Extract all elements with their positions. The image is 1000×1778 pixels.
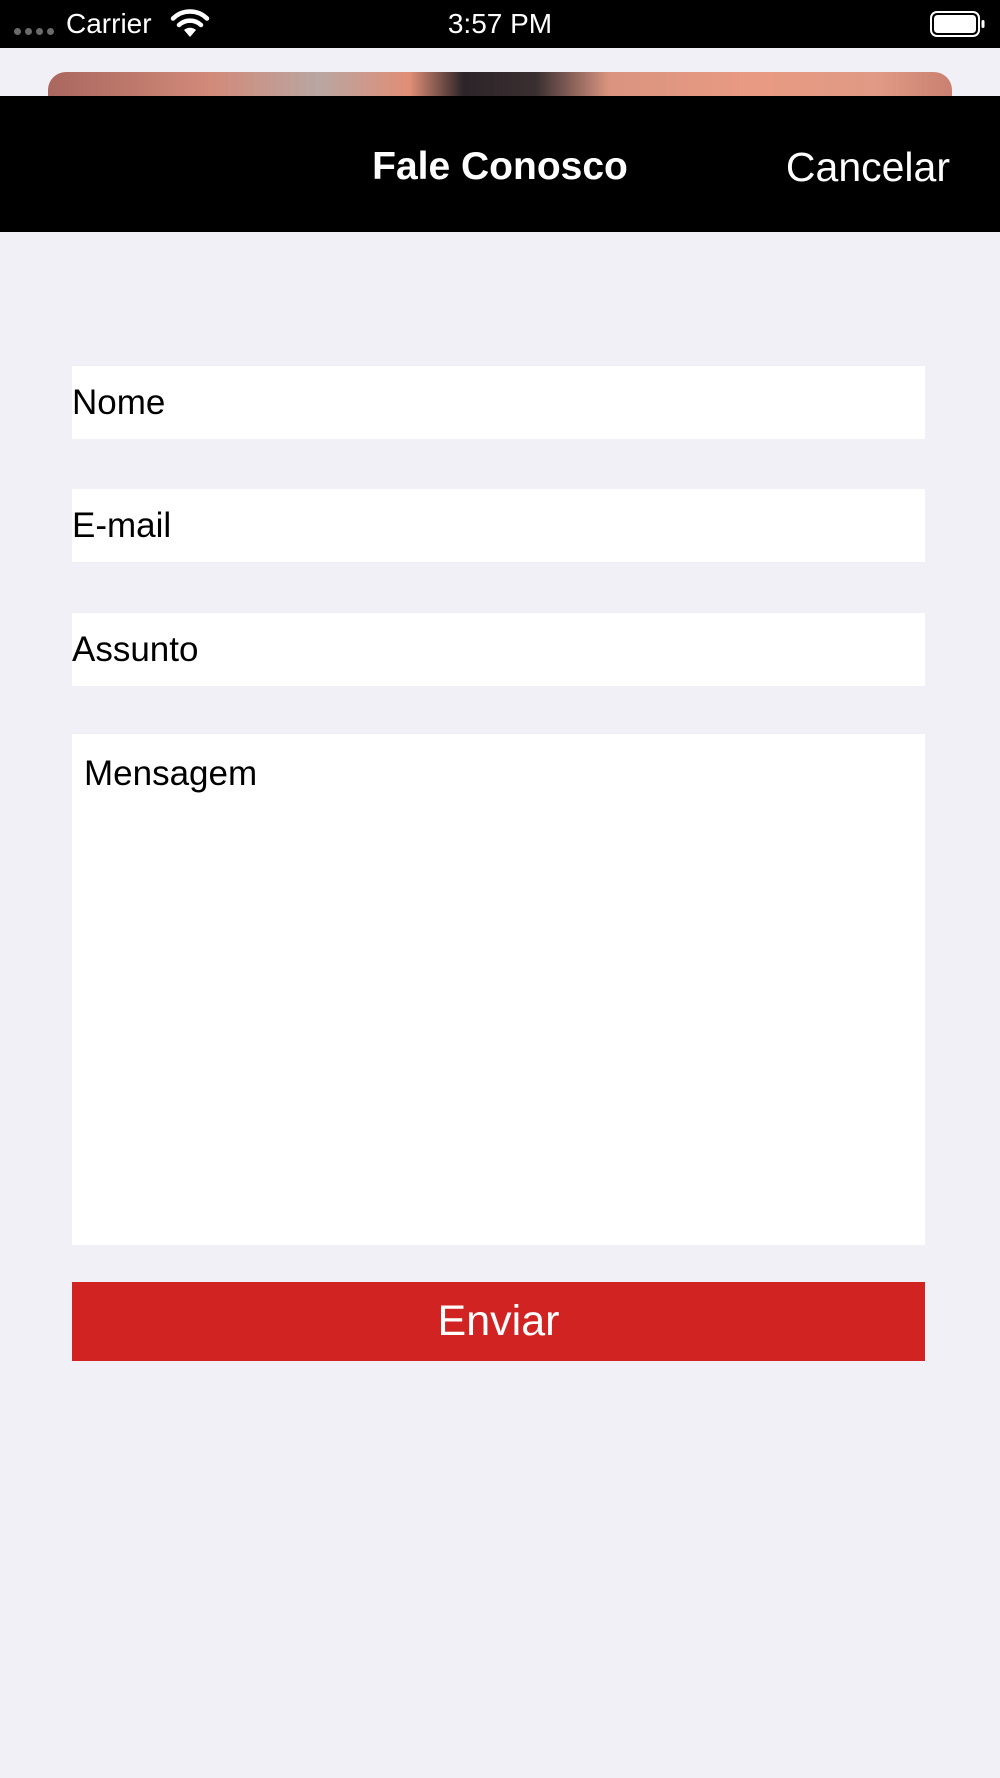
status-time: 3:57 PM [447, 8, 553, 39]
name-field[interactable] [72, 366, 925, 439]
status-bar: Carrier 3:57 PM [0, 0, 1000, 48]
cancel-button[interactable]: Cancelar [786, 144, 950, 190]
battery-icon [930, 11, 985, 37]
navigation-bar: Fale Conosco Cancelar [0, 96, 1000, 232]
subject-field[interactable] [72, 613, 925, 686]
message-field[interactable] [72, 734, 925, 1245]
email-field[interactable] [72, 489, 925, 562]
send-button[interactable]: Enviar [72, 1282, 925, 1361]
